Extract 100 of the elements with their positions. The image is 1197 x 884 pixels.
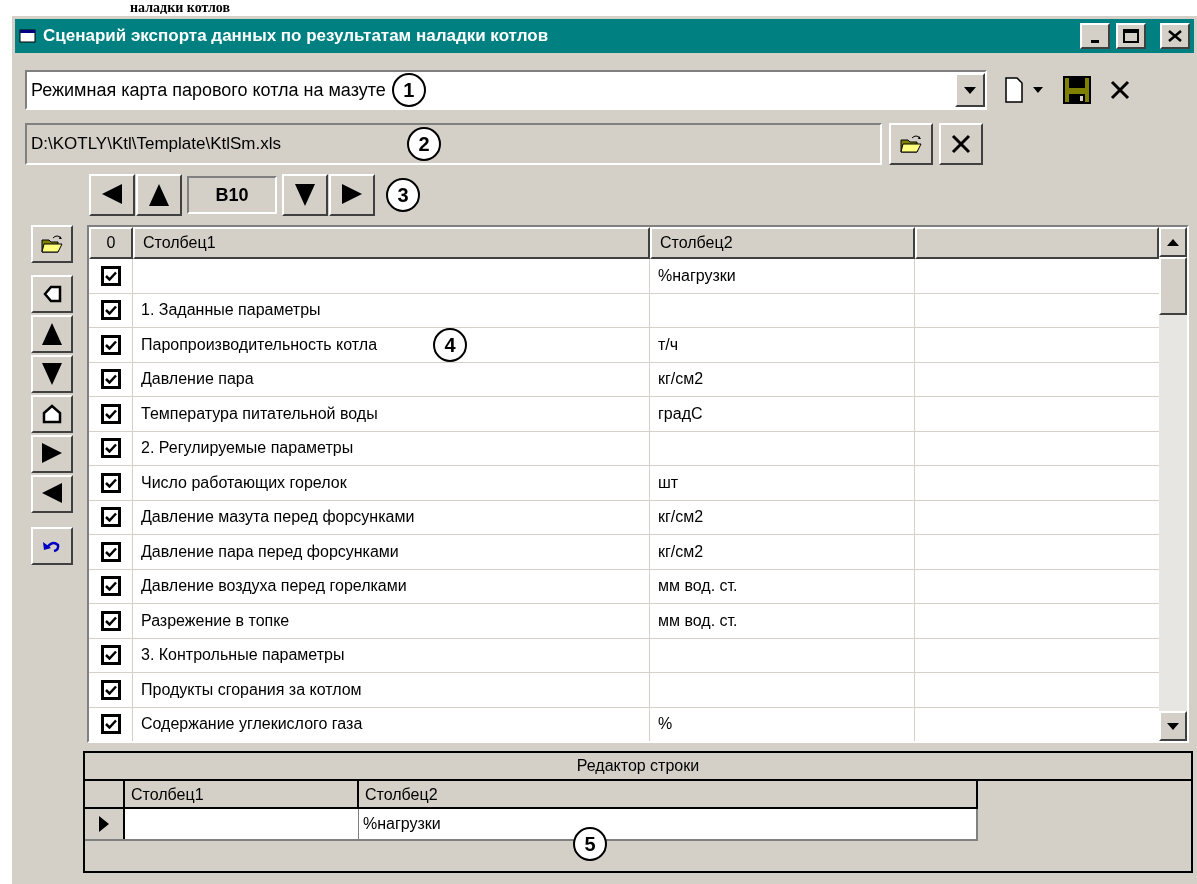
column-header[interactable] (915, 227, 1159, 259)
table-cell-text: Продукты сгорания за котлом (141, 679, 362, 700)
close-icon (1109, 79, 1131, 101)
callout-number: 2 (407, 127, 442, 161)
table-cell-text: мм вод. ст. (658, 576, 738, 597)
table-cell-text: кг/см2 (658, 369, 704, 390)
append-row-button[interactable] (31, 395, 73, 433)
callout-number: 5 (573, 827, 607, 861)
delete-button[interactable] (1109, 79, 1131, 101)
checkbox[interactable] (100, 300, 121, 321)
table-cell-text: мм вод. ст. (658, 610, 738, 631)
file-path-field[interactable]: D:\KOTLY\Ktl\Template\KtlSm.xls 2 (25, 123, 882, 165)
checkbox[interactable] (100, 645, 121, 666)
maximize-icon (1123, 29, 1139, 43)
check-icon (104, 270, 117, 281)
document-icon (1005, 77, 1023, 103)
clear-path-button[interactable] (939, 123, 983, 165)
maximize-button[interactable] (1116, 23, 1146, 49)
checkbox[interactable] (100, 334, 121, 355)
move-left-button[interactable] (31, 475, 73, 513)
table-cell-text: Давление пара (141, 369, 254, 390)
column-header[interactable]: Столбец2 (650, 227, 915, 259)
scroll-down-button[interactable] (1159, 711, 1187, 741)
next-column-button[interactable] (329, 174, 375, 216)
checkbox[interactable] (100, 369, 121, 390)
table-cell-text: %нагрузки (658, 265, 736, 286)
close-icon (1168, 30, 1182, 42)
cell-address: B10 (187, 176, 277, 214)
check-icon (104, 339, 117, 350)
check-icon (104, 719, 117, 730)
next-row-button[interactable] (282, 174, 328, 216)
folder-icon (899, 134, 923, 154)
check-icon (104, 615, 117, 626)
check-icon (104, 374, 117, 385)
table-cell-text: т/ч (658, 334, 679, 355)
open-button[interactable] (31, 225, 73, 263)
table-cell-text: кг/см2 (658, 541, 704, 562)
dropdown-button[interactable] (955, 73, 985, 107)
check-icon (104, 305, 117, 316)
minimize-button[interactable] (1080, 23, 1110, 49)
checkbox[interactable] (100, 438, 121, 459)
caret-icon (1033, 87, 1043, 93)
table-cell-text: Давление пара перед форсунками (141, 541, 399, 562)
checkbox[interactable] (100, 714, 121, 735)
column-header[interactable]: Столбец2 (359, 781, 976, 807)
table-cell-text: Температура питательной воды (141, 403, 378, 424)
down-arrow-icon (293, 182, 317, 208)
previous-row-button[interactable] (136, 174, 182, 216)
checkbox[interactable] (100, 507, 121, 528)
callout-number: 4 (433, 327, 468, 362)
checkbox[interactable] (100, 576, 121, 597)
checkbox[interactable] (100, 403, 121, 424)
window-icon (19, 28, 37, 44)
template-combobox[interactable]: Режимная карта парового котла на мазуте 1 (25, 70, 987, 110)
column-header[interactable]: 0 (89, 227, 133, 259)
open-file-button[interactable] (889, 123, 933, 165)
check-icon (104, 684, 117, 695)
table-cell-text: градС (658, 403, 703, 424)
table-cell-text: Давление воздуха перед горелками (141, 576, 407, 597)
folder-icon (40, 234, 64, 254)
check-icon (104, 546, 117, 557)
table-cell-text: %нагрузки (363, 814, 441, 834)
check-icon (104, 408, 117, 419)
checkbox[interactable] (100, 472, 121, 493)
document-caption: наладки котлов (130, 0, 231, 14)
table-cell-text: Паропроизводительность котла (141, 334, 378, 355)
checkbox[interactable] (100, 679, 121, 700)
check-icon (104, 581, 117, 592)
scroll-up-button[interactable] (1159, 227, 1187, 257)
column-header[interactable]: Столбец1 (133, 227, 650, 259)
callout-number: 1 (391, 73, 426, 107)
up-arrow-icon (147, 182, 171, 208)
up-arrow-icon (40, 321, 64, 347)
insert-row-button[interactable] (31, 275, 73, 313)
check-icon (104, 443, 117, 454)
down-arrow-icon (40, 361, 64, 387)
checkbox[interactable] (100, 610, 121, 631)
table-cell-text: Разрежение в топке (141, 610, 290, 631)
scrollbar[interactable] (1159, 227, 1187, 741)
check-icon (104, 477, 117, 488)
table-cell-text: Давление мазута перед форсунками (141, 507, 415, 528)
caret-icon (1167, 238, 1179, 246)
move-up-button[interactable] (31, 315, 73, 353)
caret-icon (1167, 722, 1179, 730)
undo-button[interactable] (31, 527, 73, 565)
close-icon (950, 133, 972, 155)
column-header[interactable]: Столбец1 (125, 781, 359, 807)
previous-column-button[interactable] (89, 174, 135, 216)
table-cell-text: Число работающих горелок (141, 472, 347, 493)
new-document-button[interactable] (1005, 77, 1043, 103)
move-down-button[interactable] (31, 355, 73, 393)
close-button[interactable] (1160, 23, 1190, 49)
move-right-button[interactable] (31, 435, 73, 473)
table-cell-text: 3. Контрольные параметры (141, 645, 345, 666)
checkbox[interactable] (100, 541, 121, 562)
save-button[interactable] (1063, 76, 1091, 104)
table-cell-text: 1. Заданные параметры (141, 300, 321, 321)
scroll-thumb[interactable] (1159, 257, 1187, 315)
checkbox[interactable] (100, 265, 121, 286)
table-cell-text: % (658, 714, 673, 735)
